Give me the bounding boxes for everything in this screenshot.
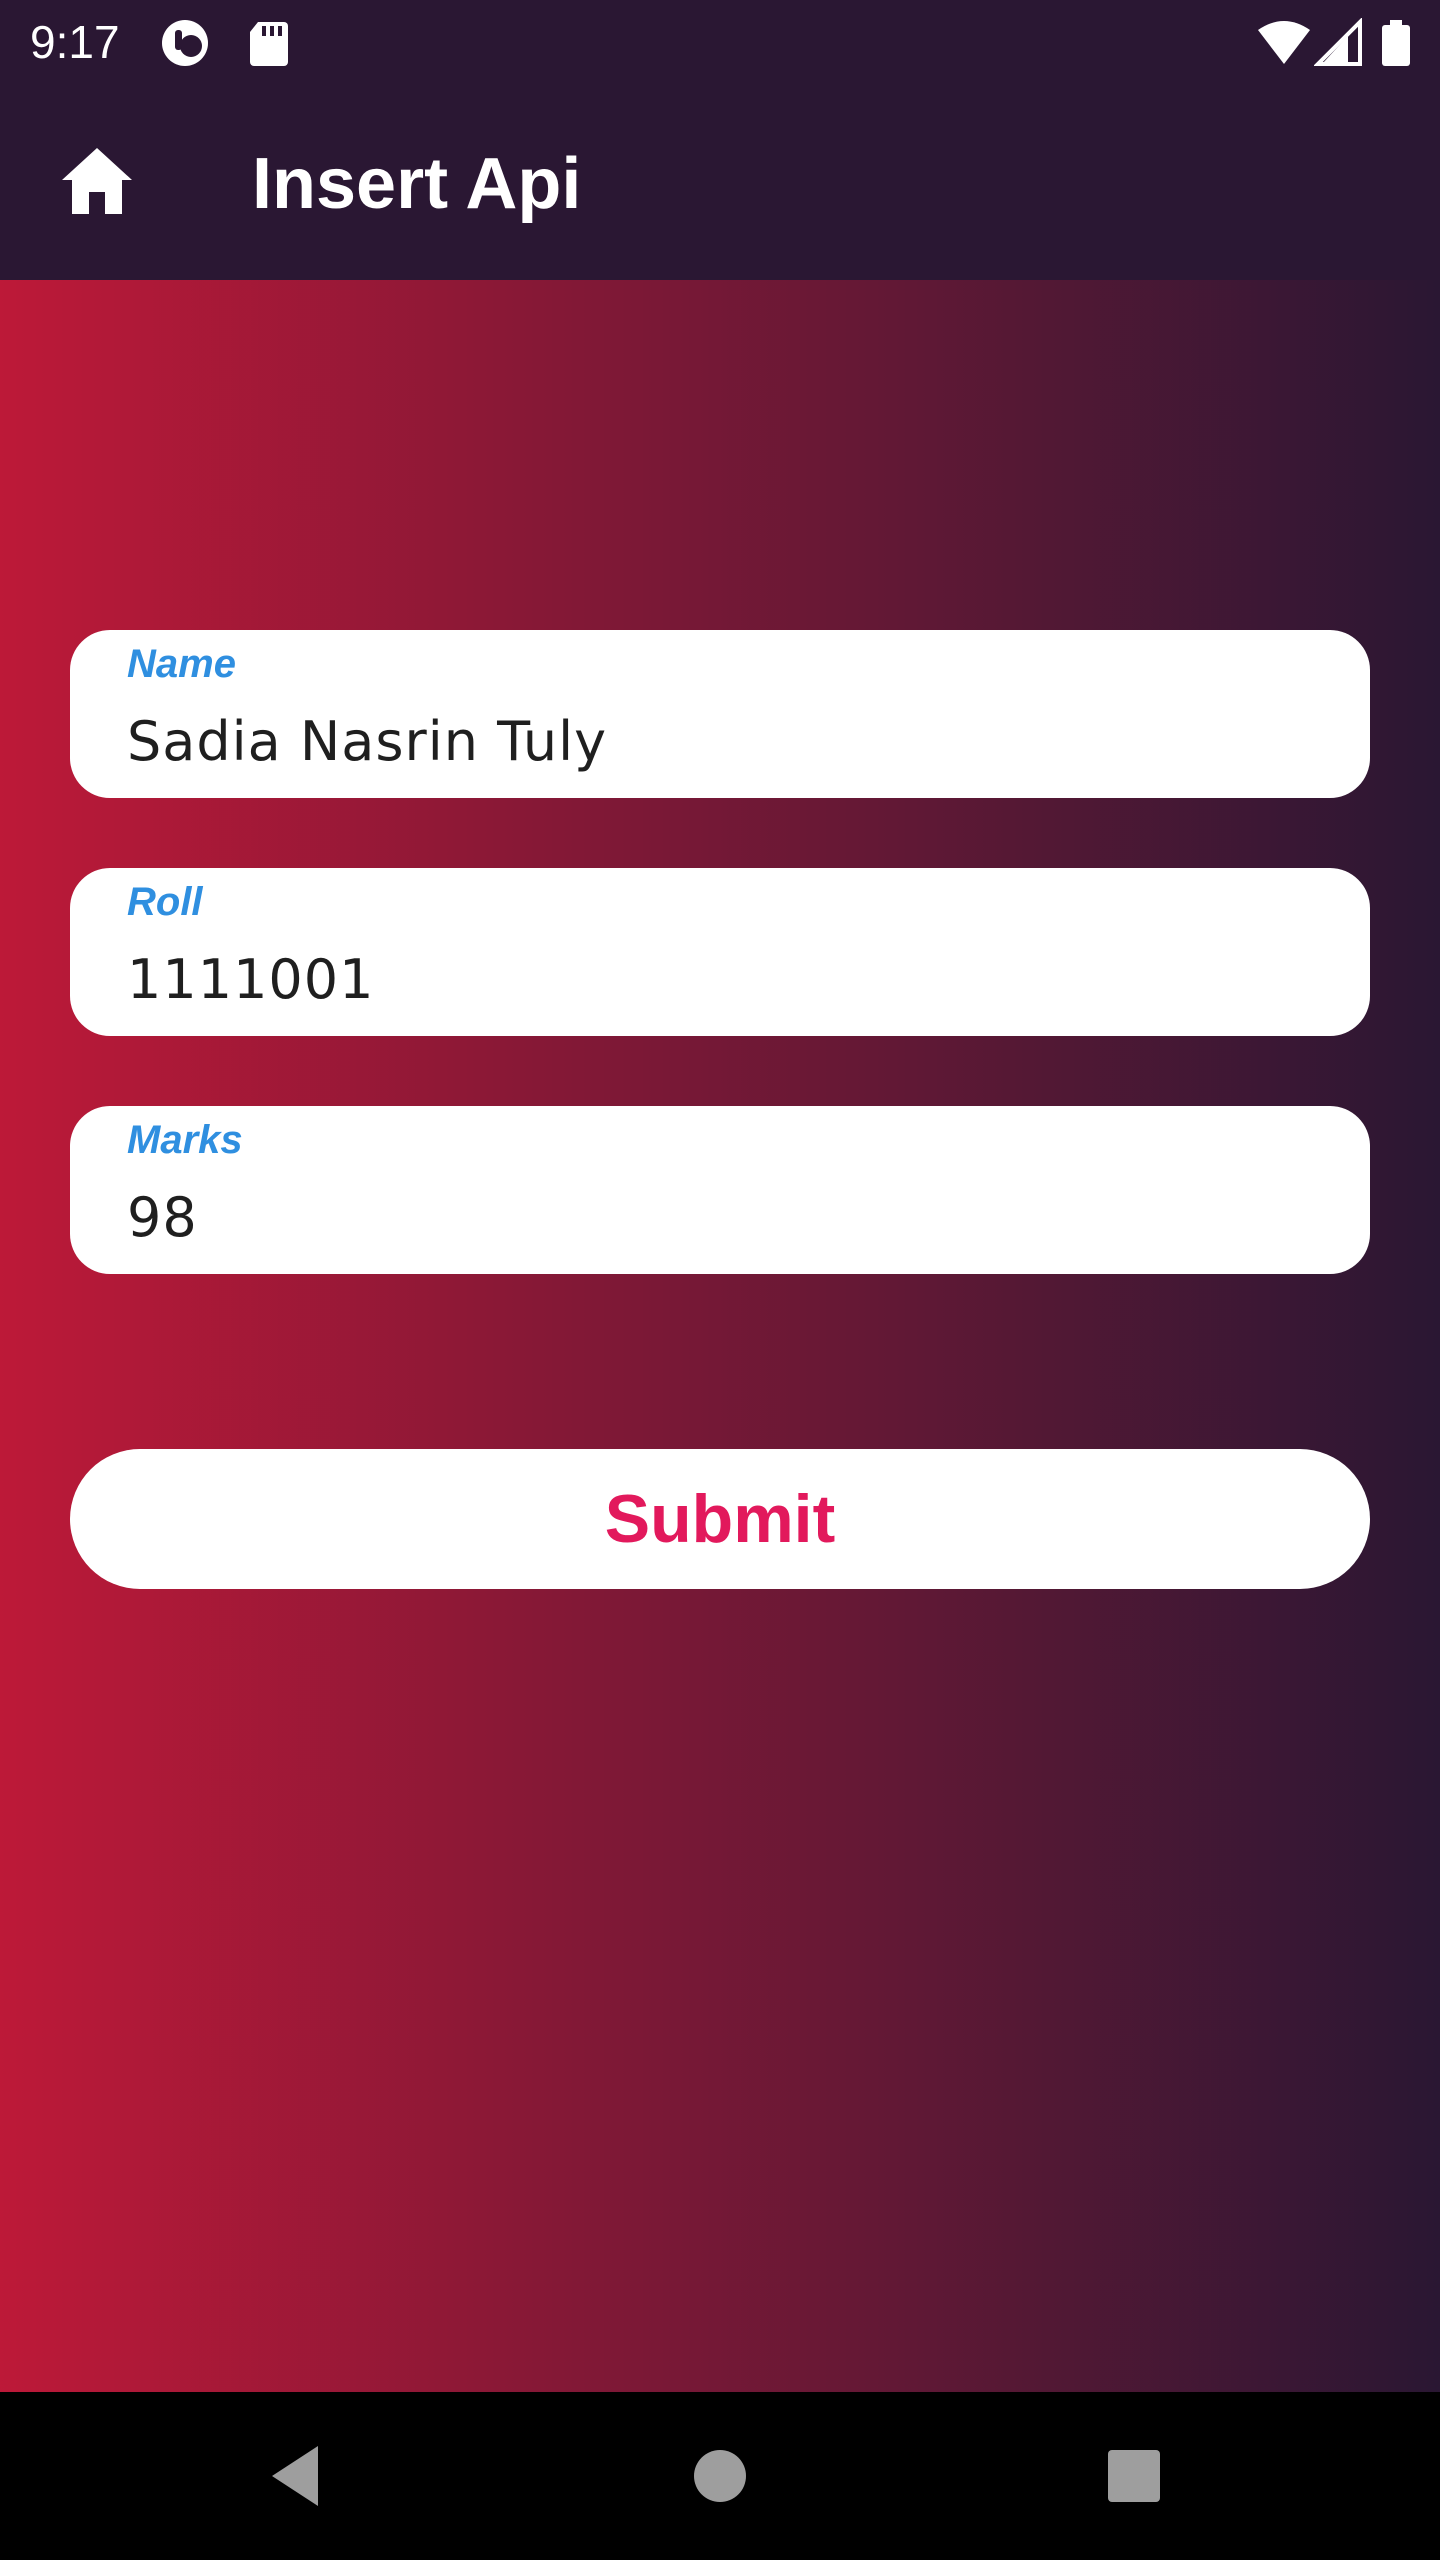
form-area: Name Roll Marks Submit (0, 280, 1440, 2392)
signal-icon (1314, 18, 1362, 66)
sd-card-icon (250, 22, 288, 66)
name-field[interactable]: Name (70, 630, 1370, 798)
roll-input[interactable] (127, 946, 1307, 1012)
home-icon[interactable] (60, 146, 134, 216)
wifi-icon (1258, 21, 1310, 64)
submit-button[interactable]: Submit (70, 1449, 1370, 1589)
status-time: 9:17 (30, 16, 120, 68)
notification-app-icon (162, 20, 208, 66)
submit-label: Submit (604, 1481, 836, 1557)
marks-label: Marks (127, 1118, 243, 1162)
home-circle-icon[interactable] (680, 2436, 760, 2516)
marks-input[interactable] (127, 1184, 1307, 1250)
roll-field[interactable]: Roll (70, 868, 1370, 1036)
marks-field[interactable]: Marks (70, 1106, 1370, 1274)
back-icon[interactable] (260, 2436, 340, 2516)
app-bar: Insert Api (0, 84, 1440, 280)
navigation-bar (0, 2392, 1440, 2560)
name-label: Name (127, 642, 236, 686)
roll-label: Roll (127, 880, 203, 924)
battery-icon (1382, 20, 1410, 66)
name-input[interactable] (127, 708, 1307, 774)
page-title: Insert Api (252, 144, 582, 224)
recents-icon[interactable] (1094, 2436, 1174, 2516)
status-bar: 9:17 (0, 0, 1440, 84)
